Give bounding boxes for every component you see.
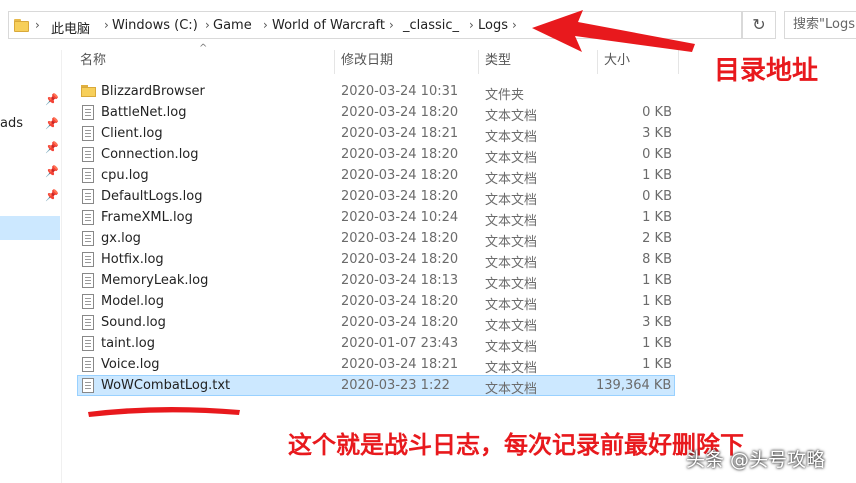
red-underline [88, 406, 240, 417]
annotation-directory-address: 目录地址 [714, 56, 819, 86]
annotation-combat-log-note: 这个就是战斗日志，每次记录前最好删除下 [288, 431, 744, 459]
red-arrow [532, 10, 695, 52]
watermark: 头条 @头号攻略 [686, 449, 826, 471]
